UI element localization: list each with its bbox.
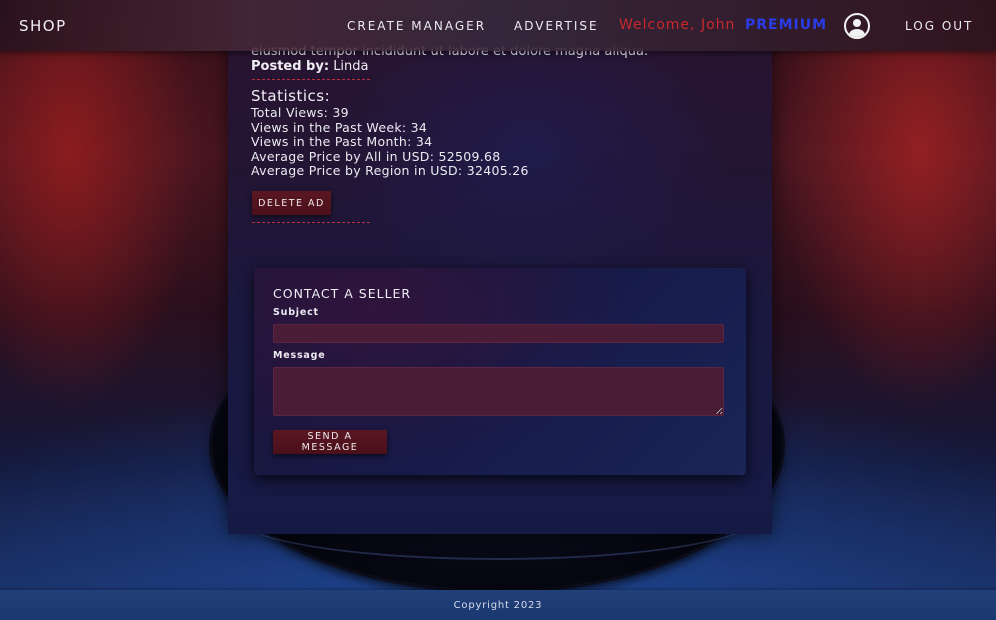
brand-logo[interactable]: SHOP [19, 17, 67, 35]
stat-avg-price-region: Average Price by Region in USD: 32405.26 [251, 163, 529, 178]
welcome-text: Welcome, John [619, 17, 736, 33]
stat-avg-price-all: Average Price by All in USD: 52509.68 [251, 149, 501, 164]
divider [252, 79, 370, 80]
delete-ad-button[interactable]: DELETE AD [252, 191, 331, 215]
send-message-button[interactable]: SEND A MESSAGE [273, 430, 387, 454]
stat-views-month: Views in the Past Month: 34 [251, 134, 433, 149]
avatar-body [849, 29, 865, 37]
posted-by-label: Posted by: [251, 59, 330, 74]
contact-title: CONTACT A SELLER [273, 286, 412, 301]
divider [252, 222, 370, 223]
contact-seller-card: CONTACT A SELLER Subject Message SEND A … [254, 268, 746, 475]
message-textarea[interactable] [273, 367, 724, 416]
stat-views-week: Views in the Past Week: 34 [251, 120, 428, 135]
top-navbar: SHOP CREATE MANAGER ADVERTISE Welcome, J… [0, 0, 996, 51]
avatar-head [853, 19, 861, 27]
copyright-text: Copyright 2023 [453, 600, 543, 611]
statistics-title: Statistics: [251, 87, 331, 105]
user-circle-icon[interactable] [844, 13, 870, 39]
nav-advertise[interactable]: ADVERTISE [514, 19, 599, 33]
premium-badge: PREMIUM [745, 17, 828, 33]
footer: Copyright 2023 [0, 590, 996, 620]
nav-create-manager[interactable]: CREATE MANAGER [347, 19, 486, 33]
subject-label: Subject [273, 307, 319, 318]
posted-by: Posted by: Linda [251, 59, 369, 74]
stat-total-views: Total Views: 39 [251, 105, 349, 120]
posted-by-value: Linda [333, 59, 369, 74]
message-label: Message [273, 350, 326, 361]
subject-input[interactable] [273, 324, 724, 343]
nav-logout[interactable]: LOG OUT [905, 19, 973, 33]
